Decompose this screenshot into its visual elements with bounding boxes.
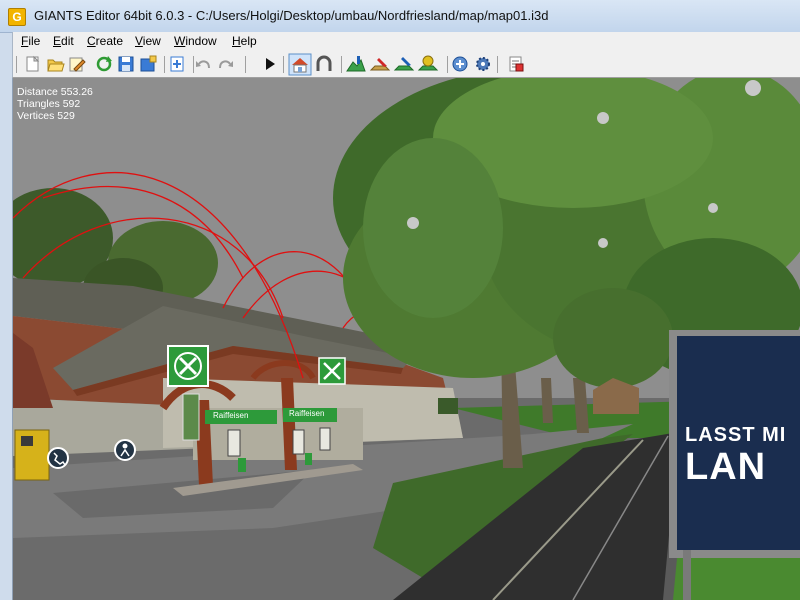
stat-distance: Distance 553.26 xyxy=(17,86,93,98)
menu-help[interactable]: Help xyxy=(232,34,257,48)
terrain-sculpt-icon[interactable] xyxy=(346,56,366,72)
edit-pencil-icon[interactable] xyxy=(69,57,86,72)
title-bar[interactable]: G GIANTS Editor 64bit 6.0.3 - C:/Users/H… xyxy=(0,0,800,33)
raiffeisen-sign-large xyxy=(167,345,209,387)
settings-gear-icon[interactable] xyxy=(476,57,490,71)
stat-vertices: Vertices 529 xyxy=(17,110,75,122)
menu-window[interactable]: Window xyxy=(174,34,217,48)
foliage-paint-icon[interactable] xyxy=(393,57,415,71)
raiffeisen-sign-small xyxy=(318,357,346,385)
snap-magnet-icon[interactable] xyxy=(316,55,332,71)
main-toolbar xyxy=(12,52,800,78)
new-file-icon[interactable] xyxy=(26,55,40,72)
render-stats: Distance 553.26 Triangles 592 Vertices 5… xyxy=(17,86,93,122)
billboard-text-line2: LAN xyxy=(685,446,767,488)
giants-app-icon: G xyxy=(8,8,26,26)
poster-board xyxy=(182,393,200,441)
menu-file[interactable]: File xyxy=(21,34,40,48)
redo-icon[interactable] xyxy=(219,60,233,69)
menu-create[interactable]: Create xyxy=(87,34,123,48)
camera-home-icon[interactable] xyxy=(288,53,312,76)
giants-editor-window: G GIANTS Editor 64bit 6.0.3 - C:/Users/H… xyxy=(0,0,800,600)
station-sign-text-1: Raiffeisen xyxy=(213,411,249,420)
terrain-paint-icon[interactable] xyxy=(369,58,391,71)
menu-view[interactable]: View xyxy=(135,34,161,48)
save-as-icon[interactable] xyxy=(140,55,157,72)
billboard-text-line1: LASST MI xyxy=(685,424,787,446)
play-icon[interactable] xyxy=(266,58,275,70)
phone-trigger-icon xyxy=(47,447,69,469)
tree-paint-icon[interactable] xyxy=(417,55,439,71)
import-icon[interactable] xyxy=(170,56,184,72)
stat-triangles: Triangles 592 xyxy=(17,98,81,110)
window-title: GIANTS Editor 64bit 6.0.3 - C:/Users/Hol… xyxy=(34,8,549,23)
save-icon[interactable] xyxy=(118,56,134,72)
reload-icon[interactable] xyxy=(96,56,112,72)
log-icon[interactable] xyxy=(509,56,524,72)
scripts-icon[interactable] xyxy=(452,56,468,72)
open-folder-icon[interactable] xyxy=(47,59,65,72)
person-trigger-icon xyxy=(114,439,136,461)
menu-edit[interactable]: Edit xyxy=(53,34,74,48)
undo-icon[interactable] xyxy=(196,60,210,69)
menu-bar: File Edit Create View Window Help xyxy=(12,32,800,52)
yellow-machine xyxy=(14,429,50,481)
3d-viewport[interactable]: Distance 553.26 Triangles 592 Vertices 5… xyxy=(12,78,800,600)
station-sign-text-2: Raiffeisen xyxy=(289,409,325,418)
